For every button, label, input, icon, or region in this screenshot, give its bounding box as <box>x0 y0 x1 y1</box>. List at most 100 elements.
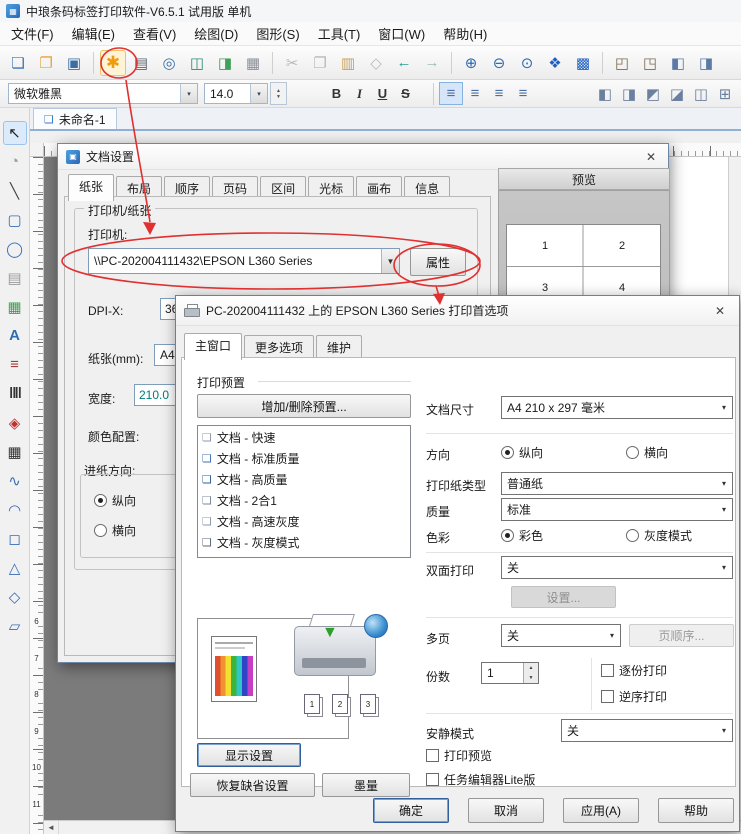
spin-down-icon[interactable]: ▼ <box>276 94 281 100</box>
document-tab[interactable]: ❏ 未命名-1 <box>33 108 117 129</box>
zoom-actual-icon[interactable]: ⊙ <box>514 50 540 76</box>
ungroup-icon[interactable]: ◨ <box>693 50 719 76</box>
paste-icon[interactable]: ▥ <box>335 50 361 76</box>
ellipse-tool-icon[interactable]: ◯ <box>3 237 27 261</box>
align-right-button[interactable]: ≡ <box>487 82 511 105</box>
align-center-button[interactable]: ≡ <box>463 82 487 105</box>
paper-type-combo[interactable]: 普通纸 ▾ <box>501 472 733 495</box>
region-tool-icon[interactable]: ◻ <box>3 527 27 551</box>
checkbox-icon[interactable] <box>601 664 614 677</box>
copies-spin-buttons[interactable]: ▲▼ <box>523 663 538 683</box>
multipage-combo[interactable]: 关 ▾ <box>501 624 621 647</box>
menu-window[interactable]: 窗口(W) <box>369 22 434 45</box>
job-arranger-checkbox[interactable]: 任务编辑器Lite版 <box>426 771 535 788</box>
tab-main[interactable]: 主窗口 <box>184 333 242 360</box>
chevron-down-icon[interactable]: ▾ <box>716 563 732 572</box>
curve-tool-icon[interactable]: ∿ <box>3 469 27 493</box>
doc-dialog-titlebar[interactable]: ▣ 文档设置 <box>58 144 668 170</box>
new-document-icon[interactable]: ❏ <box>5 50 31 76</box>
cut-icon[interactable]: ✂ <box>279 50 305 76</box>
copy-icon[interactable]: ❐ <box>307 50 333 76</box>
distribute-bottom-icon[interactable]: ◪ <box>665 82 689 105</box>
preset-item[interactable]: ❏ 文档 - 2合1 <box>199 490 409 511</box>
chevron-down-icon[interactable]: ▾ <box>716 505 732 514</box>
duplex-combo[interactable]: 关 ▾ <box>501 556 733 579</box>
undo-icon[interactable]: ← <box>391 50 417 76</box>
show-settings-button[interactable]: 显示设置 <box>197 743 301 767</box>
menu-view[interactable]: 查看(V) <box>124 22 185 45</box>
redo-icon[interactable]: → <box>419 50 445 76</box>
line-tool-icon[interactable]: ╲ <box>3 179 27 203</box>
add-remove-presets-button[interactable]: 增加/删除预置... <box>197 394 411 418</box>
orientation-portrait-radio[interactable]: 纵向 <box>501 444 543 461</box>
preset-item[interactable]: ❏ 文档 - 高速灰度 <box>199 511 409 532</box>
pan-tool-icon[interactable]: ◔ <box>3 150 27 174</box>
orientation-landscape-radio[interactable]: 横向 <box>626 444 668 461</box>
distribute-left-icon[interactable]: ◧ <box>593 82 617 105</box>
barcode-tool-icon[interactable]: ‖‖ <box>3 382 27 406</box>
checkbox-icon[interactable] <box>426 773 439 786</box>
apply-button[interactable]: 应用(A) <box>563 798 639 823</box>
preset-item[interactable]: ❏ 文档 - 高质量 <box>199 469 409 490</box>
zoom-out-icon[interactable]: ⊖ <box>486 50 512 76</box>
chevron-down-icon[interactable]: ▾ <box>716 479 732 488</box>
chevron-down-icon[interactable]: ▾ <box>250 84 267 103</box>
feed-landscape-radio[interactable]: 横向 <box>94 522 136 539</box>
chevron-down-icon[interactable]: ▾ <box>716 403 732 412</box>
align-justify-button[interactable]: ≡ <box>511 82 535 105</box>
menu-edit[interactable]: 编辑(E) <box>63 22 124 45</box>
arc-tool-icon[interactable]: ◠ <box>3 498 27 522</box>
chevron-down-icon[interactable]: ▾ <box>180 84 197 103</box>
window-titlebar[interactable]: ▦ 中琅条码标签打印软件-V6.5.1 试用版 单机 <box>0 0 741 22</box>
cancel-button[interactable]: 取消 <box>468 798 544 823</box>
doc-dialog-close-icon[interactable]: ✕ <box>640 147 662 167</box>
underline-button[interactable]: U <box>371 82 394 105</box>
checkbox-icon[interactable] <box>426 749 439 762</box>
checkbox-icon[interactable] <box>601 690 614 703</box>
distribute-top-icon[interactable]: ◩ <box>641 82 665 105</box>
menu-file[interactable]: 文件(F) <box>2 22 63 45</box>
menu-shapes[interactable]: 图形(S) <box>247 22 308 45</box>
richtext-tool-icon[interactable]: ≡ <box>3 353 27 377</box>
print-icon[interactable]: ▤ <box>128 50 154 76</box>
presets-list[interactable]: ❏ 文档 - 快速 ❏ 文档 - 标准质量 ❏ 文档 - 高质量 ❏ 文档 - … <box>197 425 411 558</box>
image-tool-icon[interactable]: ▤ <box>3 266 27 290</box>
open-folder-icon[interactable]: ❐ <box>33 50 59 76</box>
quality-combo[interactable]: 标准 ▾ <box>501 498 733 521</box>
restore-defaults-button[interactable]: 恢复缺省设置 <box>190 773 315 797</box>
feed-portrait-radio[interactable]: 纵向 <box>94 492 136 509</box>
tab-paper[interactable]: 纸张 <box>68 174 114 201</box>
ok-button[interactable]: 确定 <box>373 798 449 823</box>
printer-combo[interactable]: \\PC-202004111432\EPSON L360 Series ▼ <box>88 248 400 274</box>
fit-window-icon[interactable]: ❖ <box>542 50 568 76</box>
database-icon[interactable]: ◫ <box>184 50 210 76</box>
bring-front-icon[interactable]: ◰ <box>609 50 635 76</box>
group-icon[interactable]: ◧ <box>665 50 691 76</box>
reverse-order-checkbox[interactable]: 逆序打印 <box>601 688 667 705</box>
printer-dialog-titlebar[interactable]: PC-202004111432 上的 EPSON L360 Series 打印首… <box>176 296 739 326</box>
zoom-in-icon[interactable]: ⊕ <box>458 50 484 76</box>
help-button[interactable]: 帮助 <box>658 798 734 823</box>
bold-button[interactable]: B <box>325 82 348 105</box>
label-tool-icon[interactable]: ◈ <box>3 411 27 435</box>
radio-icon[interactable] <box>94 524 107 537</box>
equal-width-icon[interactable]: ◫ <box>689 82 713 105</box>
copies-stepper[interactable]: 1 ▲▼ <box>481 662 539 684</box>
fit-page-icon[interactable]: ▩ <box>570 50 596 76</box>
color-radio[interactable]: 彩色 <box>501 527 543 544</box>
settings-gear-icon[interactable]: ✱ <box>100 50 126 76</box>
diamond-tool-icon[interactable]: ◇ <box>3 585 27 609</box>
ink-levels-button[interactable]: 墨量 <box>322 773 410 797</box>
radio-icon[interactable] <box>626 529 639 542</box>
radio-checked-icon[interactable] <box>94 494 107 507</box>
rounded-rect-tool-icon[interactable]: ▢ <box>3 208 27 232</box>
print-preview-icon[interactable]: ◎ <box>156 50 182 76</box>
menu-tools[interactable]: 工具(T) <box>309 22 370 45</box>
triangle-tool-icon[interactable]: △ <box>3 556 27 580</box>
printer-properties-button[interactable]: 属性 <box>410 248 466 276</box>
align-left-button[interactable]: ≡ <box>439 82 463 105</box>
menu-help[interactable]: 帮助(H) <box>434 22 496 45</box>
radio-checked-icon[interactable] <box>501 529 514 542</box>
radio-checked-icon[interactable] <box>501 446 514 459</box>
send-back-icon[interactable]: ◳ <box>637 50 663 76</box>
